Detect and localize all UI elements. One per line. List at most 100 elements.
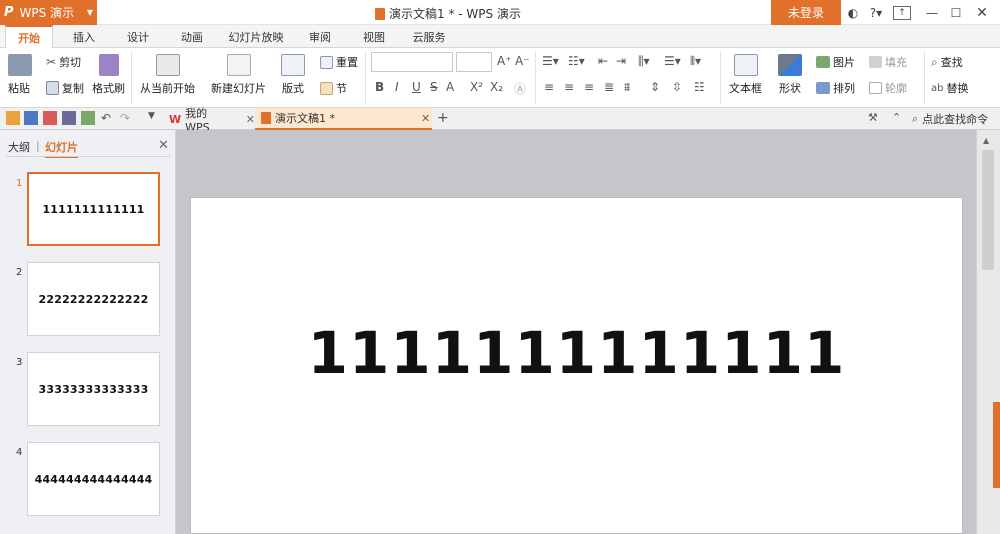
subscript-button[interactable]: X₂ [490, 80, 503, 94]
fill-label: 填充 [885, 56, 907, 69]
side-panel-toggle[interactable] [993, 402, 1000, 488]
align-left-icon[interactable]: ≡ [544, 80, 554, 94]
replace-label: 替换 [946, 82, 969, 95]
play-from-current-button[interactable]: 从当前开始 [140, 54, 195, 96]
section-icon [320, 81, 333, 95]
brush-icon [98, 54, 119, 76]
copy-icon [46, 81, 59, 95]
app-menu-button[interactable]: P WPS 演示 ▼ [0, 0, 97, 25]
save-icon[interactable] [24, 111, 38, 125]
close-icon[interactable]: ✕ [246, 113, 255, 126]
distribute-icon[interactable]: ⩩ [624, 80, 630, 95]
fill-button[interactable]: 填充 [869, 54, 907, 70]
reset-label: 重置 [336, 56, 358, 69]
slide-thumbnail[interactable]: 444444444444444 [27, 442, 160, 516]
shrink-font-icon[interactable]: A⁻ [515, 54, 530, 68]
scrollbar-thumb[interactable] [982, 150, 994, 270]
upload-icon[interactable]: ↑ [893, 6, 911, 20]
slide-thumbnail[interactable]: 33333333333333 [27, 352, 160, 426]
slide-canvas[interactable]: 1111111111111 [190, 197, 963, 534]
increase-indent-icon[interactable]: ⇥ [616, 54, 626, 68]
redo-icon[interactable]: ↷ [120, 111, 134, 125]
close-icon[interactable]: ✕ [158, 138, 169, 153]
tools-icon[interactable]: ⚒ [868, 111, 882, 125]
tab-slideshow[interactable]: 幻灯片放映 [224, 25, 288, 48]
minimize-icon[interactable]: — [924, 4, 940, 21]
grow-font-icon[interactable]: A⁺ [497, 54, 512, 68]
close-icon[interactable]: ✕ [974, 4, 990, 21]
new-slide-button[interactable]: 新建幻灯片 [211, 54, 266, 96]
underline-button[interactable]: U [412, 80, 421, 94]
replace-icon: ab [931, 82, 944, 94]
maximize-icon[interactable]: ☐ [948, 4, 964, 21]
help-icon[interactable]: ?▾ [866, 4, 886, 21]
tab-review[interactable]: 审阅 [300, 25, 340, 48]
arrange-button[interactable]: 排列 [816, 80, 855, 96]
doc-tab-my-wps[interactable]: W 我的WPS ✕ [163, 107, 255, 134]
open-icon[interactable] [6, 111, 20, 125]
slide-thumbnail[interactable]: 22222222222222 [27, 262, 160, 336]
tab-design[interactable]: 设计 [118, 25, 158, 48]
format-painter-button[interactable]: 格式刷 [92, 54, 125, 96]
outline-button[interactable]: 轮廓 [869, 80, 907, 96]
slide-editor: 1111111111111 [176, 130, 976, 534]
paragraph-settings-icon[interactable]: ☷ [694, 80, 705, 94]
reset-button[interactable]: 重置 [320, 54, 358, 70]
copy-button[interactable]: 复制 [46, 80, 84, 96]
fill-icon [869, 56, 882, 68]
font-color-button[interactable]: A [446, 80, 454, 94]
superscript-button[interactable]: X² [470, 80, 483, 94]
export-pdf-icon[interactable] [43, 111, 57, 125]
print-icon[interactable] [62, 111, 76, 125]
justify-icon[interactable]: ≣ [604, 80, 614, 94]
undo-icon[interactable]: ↶ [101, 111, 115, 125]
text-box-icon [733, 54, 758, 76]
text-box-button[interactable]: 文本框 [729, 54, 762, 96]
paste-button[interactable]: 粘贴 [8, 54, 32, 96]
clear-format-icon[interactable]: Ⓐ [514, 80, 526, 97]
align-right-icon[interactable]: ≡ [584, 80, 594, 94]
print-preview-icon[interactable] [81, 111, 95, 125]
tab-home[interactable]: 开始 [5, 25, 53, 48]
paragraph-spacing-icon[interactable]: ⇳ [672, 80, 682, 94]
command-search[interactable]: ⌕ 点此查找命令 [908, 108, 1000, 130]
doc-tab-presentation[interactable]: 演示文稿1 * ✕ [255, 108, 432, 130]
align-text-icon[interactable]: ☰▾ [664, 54, 681, 68]
line-spacing-icon[interactable]: ⇕ [650, 80, 660, 94]
bold-button[interactable]: B [375, 80, 384, 94]
section-button[interactable]: 节 [320, 80, 347, 96]
tab-animation[interactable]: 动画 [172, 25, 212, 48]
columns-icon[interactable]: ⫴▾ [690, 54, 701, 69]
italic-button[interactable]: I [395, 80, 399, 94]
tab-insert[interactable]: 插入 [64, 25, 104, 48]
shape-button[interactable]: 形状 [778, 54, 802, 96]
numbering-icon[interactable]: ☷▾ [568, 54, 585, 68]
scroll-up-icon[interactable]: ▲ [983, 136, 989, 145]
customize-quick-access-icon[interactable]: ▼ [148, 111, 162, 125]
tab-outline[interactable]: 大纲 [8, 139, 30, 155]
layout-button[interactable]: 版式 [281, 54, 305, 96]
decrease-indent-icon[interactable]: ⇤ [598, 54, 608, 68]
find-button[interactable]: ⌕ 查找 [931, 54, 963, 70]
close-icon[interactable]: ✕ [421, 112, 430, 125]
picture-button[interactable]: 图片 [816, 54, 855, 70]
section-label: 节 [336, 82, 347, 95]
cut-button[interactable]: ✂ 剪切 [46, 54, 81, 70]
new-tab-icon[interactable]: + [437, 110, 451, 126]
collapse-ribbon-icon[interactable]: ⌃ [892, 111, 906, 125]
copy-label: 复制 [62, 82, 84, 95]
wps-logo-icon: W [169, 112, 182, 126]
align-center-icon[interactable]: ≡ [564, 80, 574, 94]
skin-icon[interactable]: ◐ [844, 4, 862, 21]
font-name-select[interactable] [371, 52, 453, 72]
tab-cloud[interactable]: 云服务 [406, 25, 452, 48]
login-button[interactable]: 未登录 [771, 0, 841, 25]
slide-thumbnail[interactable]: 1111111111111 [27, 172, 160, 246]
text-direction-icon[interactable]: ⫼▾ [638, 54, 650, 69]
font-size-select[interactable] [456, 52, 492, 72]
replace-button[interactable]: ab 替换 [931, 80, 968, 96]
bullets-icon[interactable]: ☰▾ [542, 54, 559, 68]
tab-view[interactable]: 视图 [354, 25, 394, 48]
strikethrough-button[interactable]: S [430, 80, 438, 94]
slide-title-text[interactable]: 1111111111111 [308, 319, 846, 387]
